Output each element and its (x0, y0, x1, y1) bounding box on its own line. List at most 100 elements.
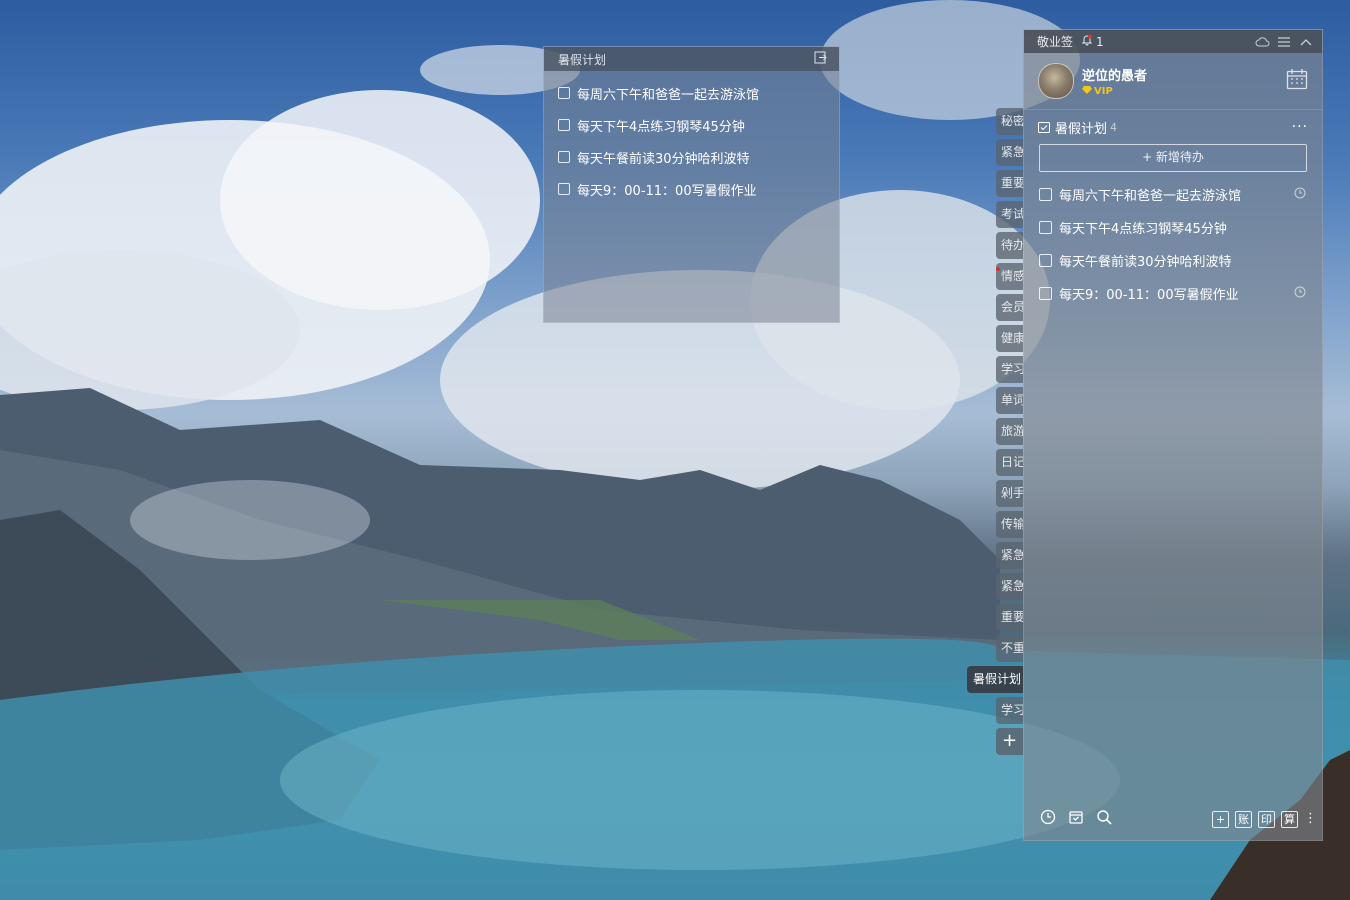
notification-count: 1 (1096, 34, 1104, 49)
diamond-icon (1082, 86, 1092, 97)
user-profile: 逆位的愚者 VIP (1024, 53, 1322, 110)
tab-category[interactable]: 单词 (996, 387, 1023, 414)
reminder-clock-icon[interactable] (1294, 187, 1306, 203)
todo-checkbox[interactable] (1039, 221, 1052, 234)
todo-text: 每天午餐前读30分钟哈利波特 (1059, 255, 1232, 270)
unread-dot (996, 267, 1000, 271)
tab-label: 不重 (1001, 641, 1023, 655)
vip-badge: VIP (1082, 86, 1147, 97)
tab-label: 待办 (1001, 238, 1023, 252)
tab-label: 秘密 (1001, 114, 1023, 128)
cloud-sync-icon[interactable] (1254, 35, 1270, 49)
tab-category[interactable]: 学习 (996, 697, 1023, 724)
note-item-text: 每天下午4点练习钢琴45分钟 (577, 119, 745, 135)
tab-label: 考试 (1001, 207, 1023, 221)
list-title: 暑假计划 (1055, 121, 1108, 137)
bottom-toolbar: + 账 印 算 ⋮ (1024, 798, 1322, 840)
tab-label: 重要 (1001, 610, 1023, 624)
tab-category[interactable]: 紧急 (996, 573, 1023, 600)
calendar-icon[interactable] (1286, 68, 1308, 94)
todo-text: 每周六下午和爸爸一起去游泳馆 (1059, 189, 1242, 204)
tab-category[interactable]: 紧急 (996, 542, 1023, 569)
list-header: 暑假计划 4 ··· (1024, 110, 1322, 144)
app-name: 敬业签 (1037, 35, 1074, 49)
tab-category[interactable]: 考试 (996, 201, 1023, 228)
tab-label: 紧急 (1001, 579, 1023, 593)
todo-item[interactable]: 每周六下午和爸爸一起去游泳馆 (1024, 178, 1322, 211)
tab-label: 剁手 (1001, 486, 1023, 500)
tab-category[interactable]: 秘密 (996, 108, 1023, 135)
note-item-checkbox[interactable] (558, 183, 570, 195)
avatar[interactable] (1038, 63, 1074, 99)
list-count: 4 (1110, 120, 1118, 134)
todo-checkbox[interactable] (1039, 188, 1052, 201)
main-panel: 敬业签 1 逆位的愚者 VIP 暑假计划 4 ··· + 新增待办 每周六下午和… (1023, 29, 1323, 841)
tab-category[interactable]: 剁手 (996, 480, 1023, 507)
vip-label: VIP (1094, 86, 1113, 97)
tab-label: 传输 (1001, 517, 1023, 531)
tab-category[interactable]: 重要 (996, 170, 1023, 197)
todo-list: 每周六下午和爸爸一起去游泳馆 每天下午4点练习钢琴45分钟 每天午餐前读30分钟… (1024, 178, 1322, 310)
tab-label: 健康 (1001, 331, 1023, 345)
collapse-icon[interactable] (1298, 35, 1314, 49)
floating-note-window[interactable]: 暑假计划 每周六下午和爸爸一起去游泳馆 每天下午4点练习钢琴45分钟 每天午餐前… (543, 46, 840, 323)
more-options-button[interactable]: ··· (1292, 119, 1308, 135)
note-title-bar[interactable]: 暑假计划 (544, 47, 839, 71)
tab-label: 情感 (1001, 269, 1023, 283)
archive-box-icon[interactable] (1068, 809, 1084, 829)
todo-item[interactable]: 每天午餐前读30分钟哈利波特 (1024, 244, 1322, 277)
tab-label: 暑假计划 (973, 672, 1022, 686)
note-item: 每天午餐前读30分钟哈利波特 (558, 141, 839, 173)
todo-item[interactable]: 每天9：00-11：00写暑假作业 (1024, 277, 1322, 310)
tab-label: 单词 (1001, 393, 1023, 407)
checklist-icon (1038, 121, 1050, 133)
todo-text: 每天9：00-11：00写暑假作业 (1059, 288, 1239, 303)
tab-category[interactable]: 健康 (996, 325, 1023, 352)
menu-icon[interactable] (1276, 35, 1292, 49)
tab-category[interactable]: 学习 (996, 356, 1023, 383)
more-vertical-icon[interactable]: ⋮ (1304, 812, 1317, 825)
tab-category[interactable]: 传输 (996, 511, 1023, 538)
tab-label: 会员 (1001, 300, 1023, 314)
user-info: 逆位的愚者 VIP (1082, 65, 1147, 97)
note-item: 每周六下午和爸爸一起去游泳馆 (558, 77, 839, 109)
tab-label: 旅游 (1001, 424, 1023, 438)
tab-category[interactable]: 重要 (996, 604, 1023, 631)
note-title: 暑假计划 (558, 52, 607, 67)
note-item-checkbox[interactable] (558, 87, 570, 99)
todo-text: 每天下午4点练习钢琴45分钟 (1059, 222, 1227, 237)
note-item-checkbox[interactable] (558, 119, 570, 131)
tab-category[interactable]: 日记 (996, 449, 1023, 476)
ledger-button[interactable]: 账 (1235, 810, 1252, 828)
todo-item[interactable]: 每天下午4点练习钢琴45分钟 (1024, 211, 1322, 244)
todo-checkbox[interactable] (1039, 254, 1052, 267)
tab-category[interactable]: 不重 (996, 635, 1023, 662)
panel-title-bar[interactable]: 敬业签 1 (1024, 30, 1322, 53)
user-name: 逆位的愚者 (1082, 69, 1148, 84)
tab-category[interactable]: 待办 (996, 232, 1023, 259)
note-item: 每天9：00-11：00写暑假作业 (558, 173, 839, 205)
note-list: 每周六下午和爸爸一起去游泳馆 每天下午4点练习钢琴45分钟 每天午餐前读30分钟… (544, 71, 839, 205)
note-item-text: 每天午餐前读30分钟哈利波特 (577, 151, 750, 167)
tab-category[interactable]: 紧急 (996, 139, 1023, 166)
tab-label: 学习 (1001, 703, 1023, 717)
note-item-checkbox[interactable] (558, 151, 570, 163)
notification-bell[interactable]: 1 (1081, 34, 1104, 49)
category-tabs: 秘密 紧急 重要 考试 待办 情感 会员 健康 学习 单词 旅游 日记 剁手 传… (967, 108, 1023, 755)
add-category-button[interactable]: + (996, 728, 1023, 755)
todo-checkbox[interactable] (1039, 287, 1052, 300)
tab-label: 学习 (1001, 362, 1023, 376)
history-clock-icon[interactable] (1040, 809, 1056, 829)
tab-category[interactable]: 旅游 (996, 418, 1023, 445)
tab-category-active[interactable]: 暑假计划 (967, 666, 1023, 693)
calculator-button[interactable]: 算 (1281, 810, 1298, 828)
tab-category[interactable]: 会员 (996, 294, 1023, 321)
add-todo-button[interactable]: + 新增待办 (1039, 144, 1307, 172)
exit-icon[interactable] (814, 51, 827, 67)
reminder-clock-icon[interactable] (1294, 286, 1306, 302)
add-note-button[interactable]: + (1212, 810, 1229, 828)
tab-category[interactable]: 情感 (996, 263, 1023, 290)
print-button[interactable]: 印 (1258, 810, 1275, 828)
note-item: 每天下午4点练习钢琴45分钟 (558, 109, 839, 141)
search-icon[interactable] (1096, 809, 1112, 829)
